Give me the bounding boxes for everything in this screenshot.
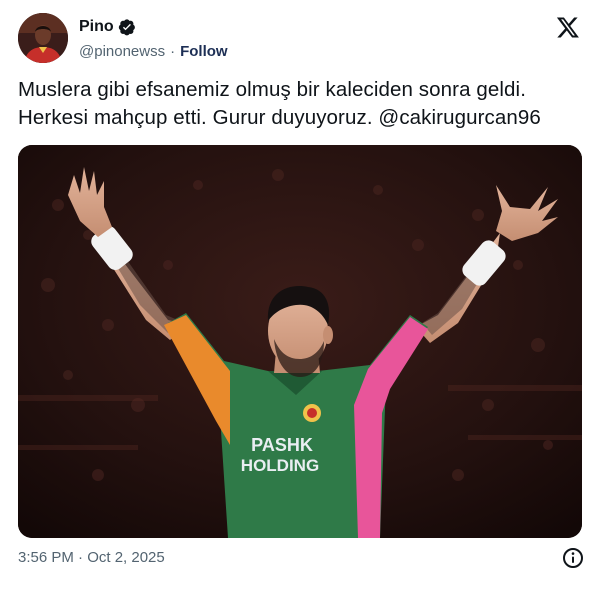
jersey-sponsor-line1: PASHK: [251, 435, 313, 455]
tweet-timestamp[interactable]: 3:56 PM · Oct 2, 2025: [18, 549, 165, 566]
info-icon[interactable]: [562, 547, 584, 569]
tweet-card: Pino @pinonewss · Follow Muslera gibi ef: [0, 0, 600, 589]
tweet-photo[interactable]: PASHK HOLDING: [18, 145, 582, 538]
tweet-footer: 3:56 PM · Oct 2, 2025: [18, 547, 584, 571]
author-info: Pino @pinonewss · Follow: [79, 17, 228, 62]
separator-dot: ·: [170, 42, 176, 60]
tweet-header: Pino @pinonewss · Follow: [18, 13, 584, 65]
tweet-text-line: Muslera gibi efsanemiz olmuş bir kalecid…: [18, 78, 526, 101]
author-handle[interactable]: @pinonewss: [79, 43, 165, 60]
author-name[interactable]: Pino: [79, 18, 114, 36]
x-logo-icon[interactable]: [556, 15, 580, 39]
author-avatar[interactable]: [18, 13, 68, 63]
tweet-text: Muslera gibi efsanemiz olmuş bir kalecid…: [18, 76, 584, 132]
tweet-text-line: Herkesi mahçup etti. Gurur duyuyoruz. @c…: [18, 106, 541, 129]
verified-badge-icon: [118, 18, 136, 36]
jersey-sponsor-line2: HOLDING: [241, 456, 319, 475]
follow-button[interactable]: Follow: [180, 43, 228, 60]
